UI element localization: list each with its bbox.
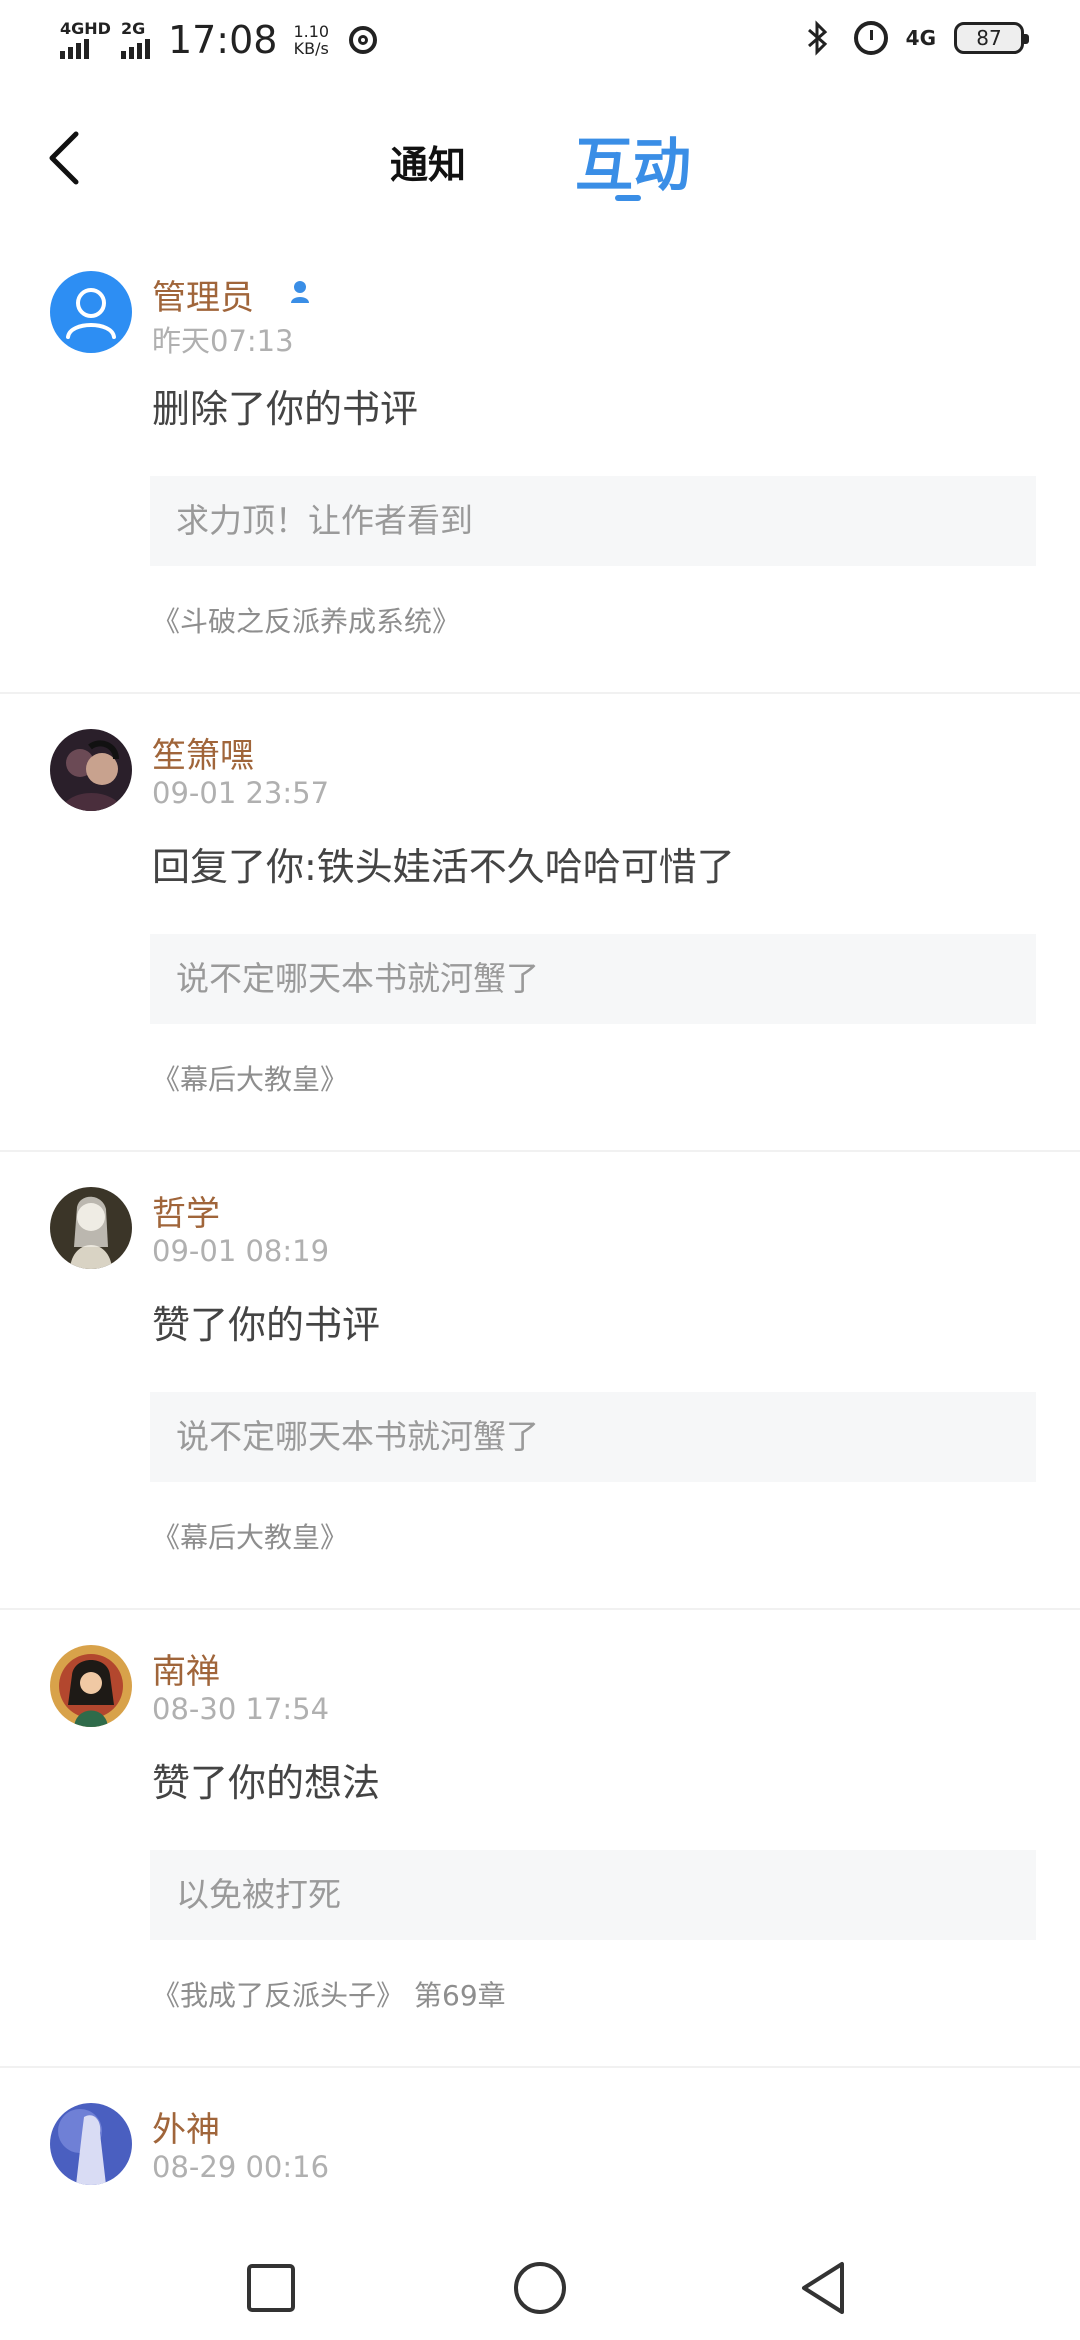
header: 通知 互动	[0, 100, 1080, 220]
signal-1-label: 4GHD	[60, 19, 111, 38]
avatar-image	[50, 729, 132, 811]
quoted-review[interactable]: 说不定哪天本书就河蟹了	[150, 1392, 1036, 1482]
avatar[interactable]	[50, 271, 132, 353]
system-nav-bar	[0, 2220, 1080, 2340]
timestamp: 08-30 17:54	[152, 1692, 330, 1726]
clock: 17:08	[167, 18, 278, 62]
back-button[interactable]	[40, 128, 90, 188]
action-text: 赞了你的书评	[152, 1303, 381, 1347]
avatar[interactable]	[50, 729, 132, 811]
verified-admin-icon	[291, 281, 309, 303]
signal-icon	[60, 39, 89, 59]
book-title: 《我成了反派头子》	[152, 1979, 405, 2012]
username[interactable]: 哲学	[152, 1186, 220, 1235]
avatar-image	[50, 1187, 132, 1269]
quoted-review[interactable]: 以免被打死	[150, 1850, 1036, 1940]
back-icon	[802, 2262, 844, 2314]
recent-apps-button[interactable]	[243, 2260, 299, 2316]
signal-1: 4GHD	[60, 21, 111, 59]
book-title: 《斗破之反派养成系统》	[152, 605, 461, 638]
signal-2-label: 2G	[120, 19, 146, 38]
network-4g-label: 4G	[905, 26, 936, 50]
chapter-label: 第69章	[414, 1979, 506, 2012]
net-speed-unit: KB/s	[293, 39, 329, 58]
quoted-review[interactable]: 求力顶！让作者看到	[150, 476, 1036, 566]
timestamp: 09-01 08:19	[152, 1234, 330, 1268]
tab-notify[interactable]: 通知	[390, 134, 466, 189]
feed-item[interactable]: 南禅 08-30 17:54 赞了你的想法 以免被打死 《我成了反派头子》 第69…	[0, 1610, 1080, 2068]
timestamp: 昨天07:13	[152, 324, 294, 358]
recent-apps-icon	[247, 2264, 295, 2312]
net-speed-value: 1.10	[293, 22, 330, 41]
feed-item[interactable]: 笙箫嘿 09-01 23:57 回复了你:铁头娃活不久哈哈可惜了 说不定哪天本书…	[0, 694, 1080, 1152]
bluetooth-icon	[800, 20, 836, 56]
timestamp: 08-29 00:16	[152, 2150, 330, 2184]
bluetooth-glyph	[807, 20, 827, 56]
home-icon	[514, 2262, 566, 2314]
default-user-icon	[66, 288, 116, 339]
feed-item[interactable]: 管理员 昨天07:13 删除了你的书评 求力顶！让作者看到 《斗破之反派养成系统…	[0, 236, 1080, 694]
net-speed: 1.10 KB/s	[293, 23, 329, 57]
timestamp: 09-01 23:57	[152, 776, 330, 810]
avatar[interactable]	[50, 1645, 132, 1727]
home-button[interactable]	[512, 2260, 568, 2316]
chevron-left-icon	[49, 131, 79, 185]
avatar[interactable]	[50, 2103, 132, 2185]
alarm-icon	[853, 21, 888, 55]
signal-2: 2G	[120, 19, 150, 59]
action-text: 赞了你的想法	[152, 1761, 381, 1805]
status-bar: 4GHD 2G 17:08 1.10 KB/s 4G 87	[0, 0, 1080, 84]
feed-item[interactable]: 哲学 09-01 08:19 赞了你的书评 说不定哪天本书就河蟹了 《幕后大教皇…	[0, 1152, 1080, 1610]
book-link[interactable]: 《幕后大教皇》	[152, 1058, 348, 1098]
book-link[interactable]: 《我成了反派头子》 第69章	[152, 1974, 506, 2014]
status-left: 4GHD 2G 17:08 1.10 KB/s	[60, 18, 378, 62]
book-title: 《幕后大教皇》	[152, 1521, 349, 1554]
book-link[interactable]: 《斗破之反派养成系统》	[152, 600, 460, 640]
status-right: 4G 87	[800, 20, 1029, 56]
book-link[interactable]: 《幕后大教皇》	[152, 1516, 348, 1556]
username[interactable]: 外神	[152, 2102, 220, 2151]
system-back-button[interactable]	[796, 2260, 852, 2316]
app-notification-icon	[349, 26, 378, 54]
battery-icon: 87	[954, 22, 1029, 54]
quoted-review[interactable]: 说不定哪天本书就河蟹了	[150, 934, 1036, 1024]
active-tab-indicator	[615, 195, 641, 201]
avatar-image	[50, 2103, 132, 2185]
username[interactable]: 笙箫嘿	[152, 728, 254, 777]
battery-level: 87	[976, 26, 1002, 50]
username[interactable]: 南禅	[152, 1644, 220, 1693]
interaction-feed: 管理员 昨天07:13 删除了你的书评 求力顶！让作者看到 《斗破之反派养成系统…	[0, 236, 1080, 2258]
action-text: 回复了你:铁头娃活不久哈哈可惜了	[152, 845, 735, 889]
book-title: 《幕后大教皇》	[152, 1063, 349, 1096]
avatar-image	[50, 1645, 132, 1727]
tab-interact[interactable]: 互动	[575, 118, 691, 202]
avatar[interactable]	[50, 1187, 132, 1269]
username[interactable]: 管理员	[152, 270, 254, 319]
action-text: 删除了你的书评	[152, 387, 419, 431]
signal-icon	[120, 39, 150, 59]
